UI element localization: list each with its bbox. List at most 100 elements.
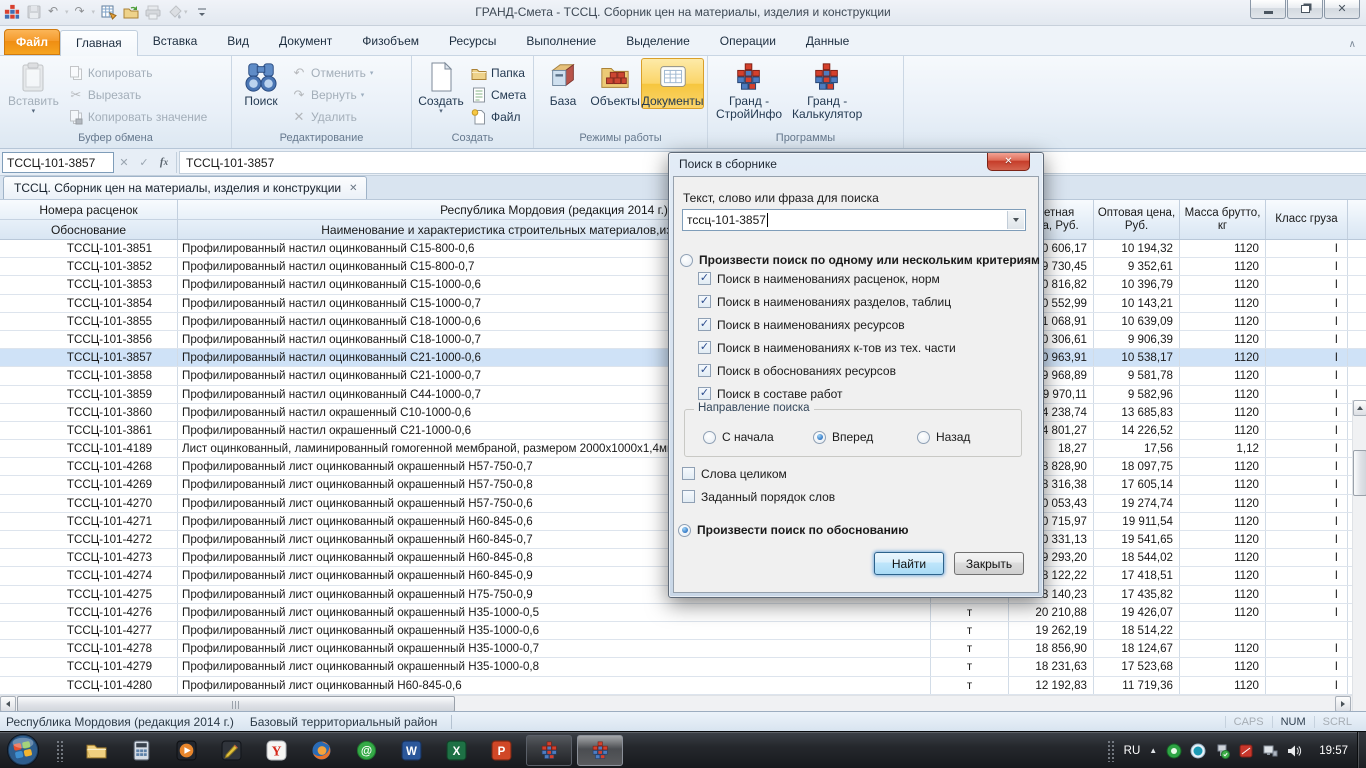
vertical-scroll-thumb[interactable] bbox=[1353, 450, 1366, 496]
ribbon-tab-3[interactable]: Документ bbox=[264, 29, 347, 55]
confirm-entry-icon[interactable]: ✓ bbox=[134, 156, 154, 169]
tab-close-icon[interactable]: ✕ bbox=[349, 183, 357, 194]
print-qat-button[interactable] bbox=[145, 3, 161, 21]
close-button[interactable]: ✕ bbox=[1324, 0, 1360, 19]
ribbon-grand-button[interactable]: Гранд - Калькулятор bbox=[787, 58, 867, 121]
qat-more-qat-button[interactable] bbox=[194, 3, 210, 21]
direction-radio-0[interactable]: С начала bbox=[703, 430, 774, 444]
dialog-close-button[interactable]: ✕ bbox=[987, 153, 1030, 171]
undo-arrow-qat-button[interactable]: ↶▾ bbox=[48, 3, 69, 21]
ribbon-base-button[interactable]: База bbox=[537, 58, 589, 108]
ribbon-tab-1[interactable]: Вставка bbox=[138, 29, 213, 55]
ribbon-tab-6[interactable]: Выполнение bbox=[511, 29, 611, 55]
grand-smeta-taskbar-button-0[interactable] bbox=[526, 735, 572, 766]
ribbon-grand-button[interactable]: Гранд - СтройИнфо bbox=[711, 58, 787, 121]
tray-blue-icon[interactable] bbox=[1190, 743, 1206, 759]
ribbon-tab-2[interactable]: Вид bbox=[212, 29, 264, 55]
tray-red-icon[interactable] bbox=[1238, 743, 1254, 759]
grand-smeta-taskbar-button-1[interactable] bbox=[577, 735, 623, 766]
ribbon-file-new-button[interactable]: Файл bbox=[467, 106, 530, 128]
find-button[interactable]: Найти bbox=[874, 552, 944, 575]
show-hidden-icons-icon[interactable]: ▲ bbox=[1149, 746, 1157, 755]
direction-radio-1[interactable]: Вперед bbox=[813, 430, 873, 444]
notes-taskbar-button[interactable] bbox=[211, 735, 251, 766]
word-taskbar-button[interactable]: W bbox=[391, 735, 431, 766]
table-row-ТССЦ-101-4279[interactable]: ТССЦ-101-4279Профилированный лист оцинко… bbox=[0, 658, 1366, 676]
search-scope-checkbox-1[interactable]: ✓Поиск в наименованиях разделов, таблиц bbox=[698, 295, 956, 308]
excel-taskbar-button[interactable]: X bbox=[436, 735, 476, 766]
ribbon-documents-button[interactable]: Документы bbox=[641, 58, 704, 109]
document-tab[interactable]: ТССЦ. Сборник цен на материалы, изделия … bbox=[3, 176, 367, 199]
function-icon[interactable]: fx bbox=[154, 156, 174, 168]
minimize-button[interactable] bbox=[1250, 0, 1286, 19]
calculator-taskbar-button[interactable] bbox=[121, 735, 161, 766]
player-taskbar-button[interactable] bbox=[166, 735, 206, 766]
fill-qat-button[interactable]: ▾ bbox=[167, 3, 188, 21]
mail-agent-taskbar-button[interactable]: @ bbox=[346, 735, 386, 766]
restore-button[interactable] bbox=[1287, 0, 1323, 19]
table-row-ТССЦ-101-4280[interactable]: ТССЦ-101-4280Профилированный лист оцинко… bbox=[0, 677, 1366, 695]
horizontal-scrollbar[interactable] bbox=[0, 695, 1352, 711]
horizontal-scroll-thumb[interactable] bbox=[17, 696, 455, 712]
search-scope-checkbox-2[interactable]: ✓Поиск в наименованиях ресурсов bbox=[698, 318, 956, 331]
powerpoint-taskbar-button[interactable]: P bbox=[481, 735, 521, 766]
tab-file[interactable]: Файл bbox=[4, 29, 60, 55]
header-price2[interactable]: Оптовая цена, Руб. bbox=[1094, 200, 1180, 239]
tray-vol-icon[interactable] bbox=[1286, 743, 1302, 759]
ribbon-binoculars-button[interactable]: Поиск bbox=[235, 58, 287, 108]
start-button[interactable] bbox=[6, 733, 40, 767]
ribbon-tab-0[interactable]: Главная bbox=[60, 30, 138, 56]
ribbon-copy-button[interactable]: Копировать bbox=[64, 62, 211, 84]
direction-radio-2[interactable]: Назад bbox=[917, 430, 970, 444]
ribbon-tab-5[interactable]: Ресурсы bbox=[434, 29, 511, 55]
firefox-taskbar-button[interactable] bbox=[301, 735, 341, 766]
ribbon-undo-arrow-button[interactable]: ↶Отменить▾ bbox=[287, 62, 377, 84]
close-dialog-button[interactable]: Закрыть bbox=[954, 552, 1024, 575]
scroll-left-button[interactable] bbox=[0, 696, 16, 712]
ribbon-estimate-button[interactable]: Смета bbox=[467, 84, 530, 106]
header-mass[interactable]: Масса брутто, кг bbox=[1180, 200, 1266, 239]
ribbon-clipboard-button[interactable]: Вставить▾ bbox=[3, 58, 64, 116]
paste-table-qat-button[interactable] bbox=[101, 3, 117, 21]
search-option-checkbox-0[interactable]: Слова целиком bbox=[682, 467, 835, 480]
tray-net-icon[interactable] bbox=[1262, 743, 1278, 759]
header-col-numbers[interactable]: Номера расценок Обоснование bbox=[0, 200, 178, 239]
combo-dropdown-button[interactable] bbox=[1007, 211, 1024, 229]
collapse-ribbon-icon[interactable]: ∧ bbox=[1349, 39, 1356, 50]
table-row-ТССЦ-101-4278[interactable]: ТССЦ-101-4278Профилированный лист оцинко… bbox=[0, 640, 1366, 658]
tray-usb-icon[interactable] bbox=[1214, 743, 1230, 759]
ribbon-redo-arrow-button[interactable]: ↷Вернуть▾ bbox=[287, 84, 377, 106]
header-cargo-class[interactable]: Класс груза bbox=[1266, 200, 1348, 239]
ribbon-tab-7[interactable]: Выделение bbox=[611, 29, 705, 55]
search-scope-checkbox-0[interactable]: ✓Поиск в наименованиях расценок, норм bbox=[698, 272, 956, 285]
open-folder-qat-button[interactable] bbox=[123, 3, 139, 21]
search-scope-checkbox-5[interactable]: ✓Поиск в составе работ bbox=[698, 387, 956, 400]
clock[interactable]: 19:57 bbox=[1311, 745, 1352, 757]
search-input[interactable]: тссц-101-3857 bbox=[682, 209, 1026, 231]
yandex-taskbar-button[interactable]: Y bbox=[256, 735, 296, 766]
search-scope-checkbox-3[interactable]: ✓Поиск в наименованиях к-тов из тех. час… bbox=[698, 341, 956, 354]
redo-arrow-qat-button[interactable]: ↷▾ bbox=[75, 3, 96, 21]
save-qat-button[interactable] bbox=[26, 3, 42, 21]
ribbon-tab-8[interactable]: Операции bbox=[705, 29, 791, 55]
tray-green-icon[interactable] bbox=[1166, 743, 1182, 759]
ribbon-delete-x-button[interactable]: ✕Удалить bbox=[287, 106, 377, 128]
justification-search-radio[interactable]: Произвести поиск по обоснованию bbox=[678, 523, 908, 537]
ribbon-new-doc-button[interactable]: Создать▾ bbox=[415, 58, 467, 116]
ribbon-tab-4[interactable]: Физобъем bbox=[347, 29, 434, 55]
cancel-entry-icon[interactable]: ✕ bbox=[114, 156, 134, 169]
name-box[interactable]: ТССЦ-101-3857 bbox=[2, 152, 114, 173]
table-row-ТССЦ-101-4276[interactable]: ТССЦ-101-4276Профилированный лист оцинко… bbox=[0, 604, 1366, 622]
scroll-up-button[interactable] bbox=[1353, 400, 1366, 416]
ribbon-objects-button[interactable]: Объекты bbox=[589, 58, 641, 108]
criteria-search-radio[interactable]: Произвести поиск по одному или нескольки… bbox=[680, 253, 1040, 267]
ribbon-tab-9[interactable]: Данные bbox=[791, 29, 864, 55]
search-option-checkbox-1[interactable]: Заданный порядок слов bbox=[682, 490, 835, 503]
ribbon-scissors-button[interactable]: ✂Вырезать bbox=[64, 84, 211, 106]
search-scope-checkbox-4[interactable]: ✓Поиск в обоснованиях ресурсов bbox=[698, 364, 956, 377]
table-row-ТССЦ-101-4277[interactable]: ТССЦ-101-4277Профилированный лист оцинко… bbox=[0, 622, 1366, 640]
ribbon-copy-value-button[interactable]: Копировать значение bbox=[64, 106, 211, 128]
scroll-right-button[interactable] bbox=[1335, 696, 1351, 712]
language-indicator[interactable]: RU bbox=[1124, 745, 1141, 757]
ribbon-folder-button[interactable]: Папка bbox=[467, 62, 530, 84]
